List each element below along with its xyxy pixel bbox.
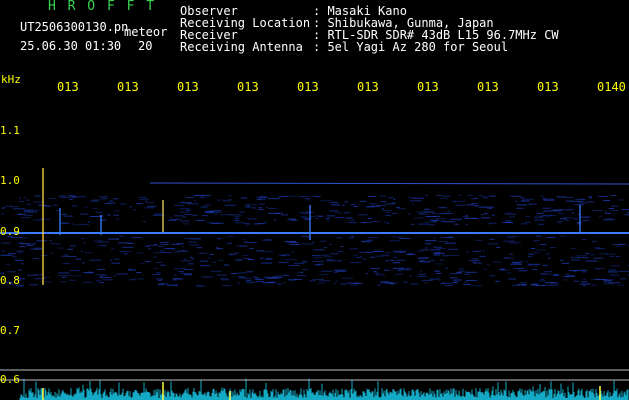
y-tick-0.7: 0.7 — [0, 324, 20, 337]
upper-trace — [149, 182, 629, 185]
x-tick-1: 013 — [57, 80, 79, 94]
y-tick-1.0: 1.0 — [0, 174, 20, 187]
x-tick-9: 013 — [537, 80, 559, 94]
x-tick-2: 013 — [117, 80, 139, 94]
y-tick-0.6: 0.6 — [0, 373, 20, 386]
y-tick-1.1: 1.1 — [0, 124, 20, 137]
spectrogram-plot — [0, 168, 629, 400]
x-tick-4: 013 — [237, 80, 259, 94]
x-tick-8: 013 — [477, 80, 499, 94]
y-tick-0.8: 0.8 — [0, 274, 20, 287]
x-tick-6: 013 — [357, 80, 379, 94]
x-tick-7: 013 — [417, 80, 439, 94]
x-tick-10: 0140 — [597, 80, 626, 94]
y-axis-unit: kHz — [1, 73, 21, 86]
x-tick-3: 013 — [177, 80, 199, 94]
x-tick-5: 013 — [297, 80, 319, 94]
y-tick-0.9: 0.9 — [0, 225, 20, 238]
